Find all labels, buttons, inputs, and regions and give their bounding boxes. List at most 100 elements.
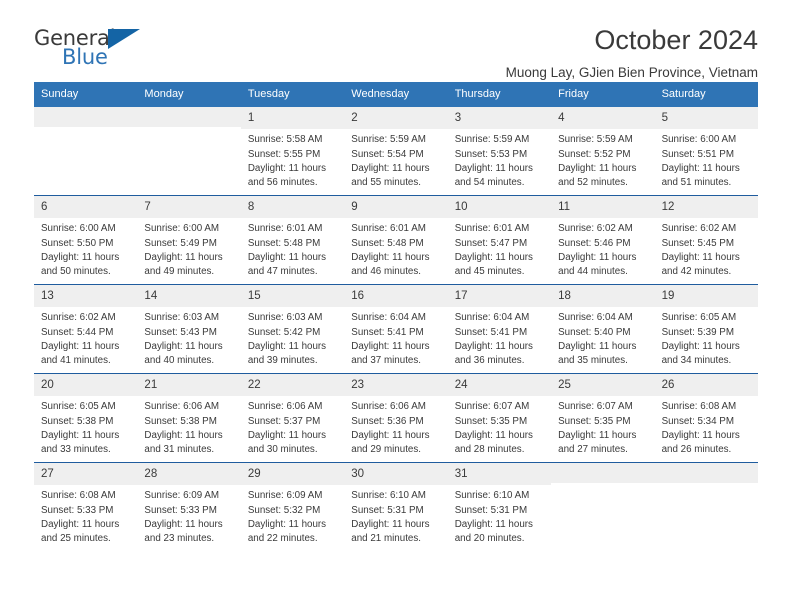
day-sun-info: Sunrise: 6:07 AM Sunset: 5:35 PM Daylight:… (551, 396, 654, 458)
sunrise-time: Sunrise: 6:02 AM (558, 223, 633, 235)
sunset-time: Sunset: 5:39 PM (661, 326, 734, 338)
sunrise-time: Sunrise: 6:03 AM (247, 312, 323, 324)
calendar-day-cell[interactable]: 10 Sunrise: 6:01 AM Sunset: 5:47 PM Dayligh… (447, 195, 552, 284)
daylight-line-1: Daylight: 11 hours (144, 341, 223, 352)
day-number: 14 (137, 284, 241, 308)
daylight-line-2: and 36 minutes. (454, 355, 525, 367)
calendar-day-cell[interactable]: 29 Sunrise: 6:09 AM Sunset: 5:32 PM Dayligh… (240, 462, 345, 551)
day-number: 7 (137, 195, 241, 219)
calendar-day-cell[interactable]: 16 Sunrise: 6:04 AM Sunset: 5:41 PM Dayligh… (344, 284, 448, 373)
sunrise-time: Sunrise: 6:06 AM (351, 401, 426, 413)
day-sun-info: Sunrise: 6:00 AM Sunset: 5:50 PM Daylight:… (34, 218, 137, 280)
day-number: 22 (240, 373, 345, 397)
sunset-time: Sunset: 5:31 PM (454, 504, 528, 516)
calendar-day-cell[interactable]: 1 Sunrise: 5:58 AM Sunset: 5:55 PM Daylight… (240, 106, 345, 195)
sunrise-time: Sunrise: 6:00 AM (41, 223, 116, 235)
calendar-day-cell[interactable]: 30 Sunrise: 6:10 AM Sunset: 5:31 PM Dayligh… (344, 462, 448, 551)
sunrise-time: Sunrise: 6:01 AM (351, 223, 426, 235)
daylight-line-2: and 41 minutes. (41, 355, 111, 367)
calendar-day-cell[interactable]: 31 Sunrise: 6:10 AM Sunset: 5:31 PM Dayligh… (447, 462, 552, 551)
sunset-time: Sunset: 5:38 PM (41, 415, 114, 427)
calendar-day-cell[interactable]: 25 Sunrise: 6:07 AM Sunset: 5:35 PM Dayligh… (551, 373, 655, 462)
sunset-time: Sunset: 5:33 PM (41, 504, 114, 516)
calendar-day-cell[interactable]: 22 Sunrise: 6:06 AM Sunset: 5:37 PM Dayligh… (240, 373, 345, 462)
calendar-day-cell[interactable]: 26 Sunrise: 6:08 AM Sunset: 5:34 PM Dayligh… (654, 373, 758, 462)
day-number: 26 (654, 373, 758, 397)
day-number: 19 (654, 284, 758, 308)
daylight-line-2: and 27 minutes. (558, 444, 628, 456)
daylight-line-2: and 21 minutes. (351, 533, 421, 545)
calendar-day-cell[interactable]: 2 Sunrise: 5:59 AM Sunset: 5:54 PM Daylight… (344, 106, 448, 195)
calendar-day-cell[interactable]: 7 Sunrise: 6:00 AM Sunset: 5:49 PM Daylight… (137, 195, 241, 284)
day-sun-info: Sunrise: 5:59 AM Sunset: 5:54 PM Daylight:… (344, 129, 447, 191)
day-sun-info: Sunrise: 6:08 AM Sunset: 5:33 PM Daylight:… (34, 485, 137, 547)
sunset-time: Sunset: 5:48 PM (351, 237, 424, 249)
daylight-line-2: and 55 minutes. (351, 177, 421, 189)
day-sun-info: Sunrise: 6:00 AM Sunset: 5:49 PM Daylight:… (137, 218, 240, 280)
general-blue-logo[interactable]: General Blue (34, 26, 149, 74)
day-number (551, 462, 655, 483)
daylight-line-1: Daylight: 11 hours (454, 341, 533, 352)
sunset-time: Sunset: 5:38 PM (144, 415, 217, 427)
day-number: 17 (447, 284, 552, 308)
sunrise-time: Sunrise: 6:09 AM (247, 490, 323, 502)
daylight-line-1: Daylight: 11 hours (41, 252, 120, 263)
daylight-line-2: and 34 minutes. (661, 355, 732, 367)
sunset-time: Sunset: 5:34 PM (661, 415, 734, 427)
day-number: 24 (447, 373, 552, 397)
sunrise-time: Sunrise: 6:09 AM (144, 490, 220, 502)
calendar-day-cell[interactable]: 6 Sunrise: 6:00 AM Sunset: 5:50 PM Daylight… (34, 195, 138, 284)
daylight-line-1: Daylight: 11 hours (454, 430, 533, 441)
calendar-day-cell[interactable]: 27 Sunrise: 6:08 AM Sunset: 5:33 PM Dayligh… (34, 462, 138, 551)
sunrise-time: Sunrise: 6:00 AM (661, 134, 737, 146)
sunset-time: Sunset: 5:32 PM (247, 504, 321, 516)
calendar-day-cell[interactable]: 5 Sunrise: 6:00 AM Sunset: 5:51 PM Daylight… (654, 106, 758, 195)
calendar-week-row: 1 Sunrise: 5:58 AM Sunset: 5:55 PM Daylight… (34, 106, 758, 195)
calendar-day-cell[interactable]: 4 Sunrise: 5:59 AM Sunset: 5:52 PM Daylight… (551, 106, 655, 195)
daylight-line-1: Daylight: 11 hours (351, 519, 430, 530)
day-number: 11 (551, 195, 655, 219)
calendar-day-cell[interactable]: 12 Sunrise: 6:02 AM Sunset: 5:45 PM Dayligh… (654, 195, 758, 284)
daylight-line-1: Daylight: 11 hours (247, 430, 327, 441)
weekday-tuesday: Tuesday (247, 88, 290, 100)
day-number: 20 (34, 373, 138, 397)
daylight-line-2: and 47 minutes. (247, 266, 318, 278)
day-number: 9 (344, 195, 448, 219)
calendar-day-cell[interactable]: 18 Sunrise: 6:04 AM Sunset: 5:40 PM Dayligh… (551, 284, 655, 373)
day-number: 29 (240, 462, 345, 486)
calendar-day-cell[interactable]: 13 Sunrise: 6:02 AM Sunset: 5:44 PM Dayligh… (34, 284, 138, 373)
calendar-day-cell[interactable]: 14 Sunrise: 6:03 AM Sunset: 5:43 PM Dayligh… (137, 284, 241, 373)
daylight-line-1: Daylight: 11 hours (661, 341, 740, 352)
daylight-line-1: Daylight: 11 hours (661, 163, 740, 174)
calendar-day-cell[interactable]: 20 Sunrise: 6:05 AM Sunset: 5:38 PM Dayligh… (34, 373, 138, 462)
calendar-day-cell[interactable]: 28 Sunrise: 6:09 AM Sunset: 5:33 PM Dayligh… (137, 462, 241, 551)
day-sun-info: Sunrise: 6:04 AM Sunset: 5:41 PM Daylight:… (344, 307, 447, 369)
day-number: 25 (551, 373, 655, 397)
calendar-day-cell[interactable]: 24 Sunrise: 6:07 AM Sunset: 5:35 PM Dayligh… (447, 373, 552, 462)
day-sun-info: Sunrise: 5:59 AM Sunset: 5:53 PM Daylight:… (448, 129, 551, 191)
calendar-day-cell[interactable]: 23 Sunrise: 6:06 AM Sunset: 5:36 PM Dayligh… (344, 373, 448, 462)
calendar-day-cell[interactable]: 8 Sunrise: 6:01 AM Sunset: 5:48 PM Daylight… (240, 195, 345, 284)
sunrise-time: Sunrise: 6:03 AM (144, 312, 220, 324)
daylight-line-1: Daylight: 11 hours (351, 430, 430, 441)
weekday-wednesday: Wednesday (351, 88, 410, 100)
calendar-day-cell[interactable]: 15 Sunrise: 6:03 AM Sunset: 5:42 PM Dayligh… (240, 284, 345, 373)
calendar-day-cell[interactable]: 17 Sunrise: 6:04 AM Sunset: 5:41 PM Dayligh… (447, 284, 552, 373)
daylight-line-2: and 39 minutes. (247, 355, 318, 367)
daylight-line-2: and 44 minutes. (558, 266, 628, 278)
calendar-day-cell[interactable]: 11 Sunrise: 6:02 AM Sunset: 5:46 PM Dayligh… (551, 195, 655, 284)
calendar-day-cell[interactable]: 21 Sunrise: 6:06 AM Sunset: 5:38 PM Dayligh… (137, 373, 241, 462)
day-sun-info: Sunrise: 6:04 AM Sunset: 5:40 PM Daylight:… (551, 307, 654, 369)
daylight-line-2: and 45 minutes. (454, 266, 525, 278)
calendar-week-row: 20 Sunrise: 6:05 AM Sunset: 5:38 PM Dayligh… (34, 372, 758, 462)
sunset-time: Sunset: 5:47 PM (454, 237, 528, 249)
daylight-line-1: Daylight: 11 hours (454, 519, 533, 530)
sunrise-time: Sunrise: 6:04 AM (351, 312, 426, 324)
calendar-day-cell[interactable]: 3 Sunrise: 5:59 AM Sunset: 5:53 PM Daylight… (447, 106, 552, 195)
calendar-day-cell[interactable]: 9 Sunrise: 6:01 AM Sunset: 5:48 PM Daylight… (344, 195, 448, 284)
sunset-time: Sunset: 5:31 PM (351, 504, 424, 516)
day-sun-info (655, 483, 758, 487)
weekday-friday: Friday (558, 88, 589, 100)
sunrise-time: Sunrise: 6:08 AM (661, 401, 737, 413)
calendar-day-cell[interactable]: 19 Sunrise: 6:05 AM Sunset: 5:39 PM Dayligh… (654, 284, 758, 373)
